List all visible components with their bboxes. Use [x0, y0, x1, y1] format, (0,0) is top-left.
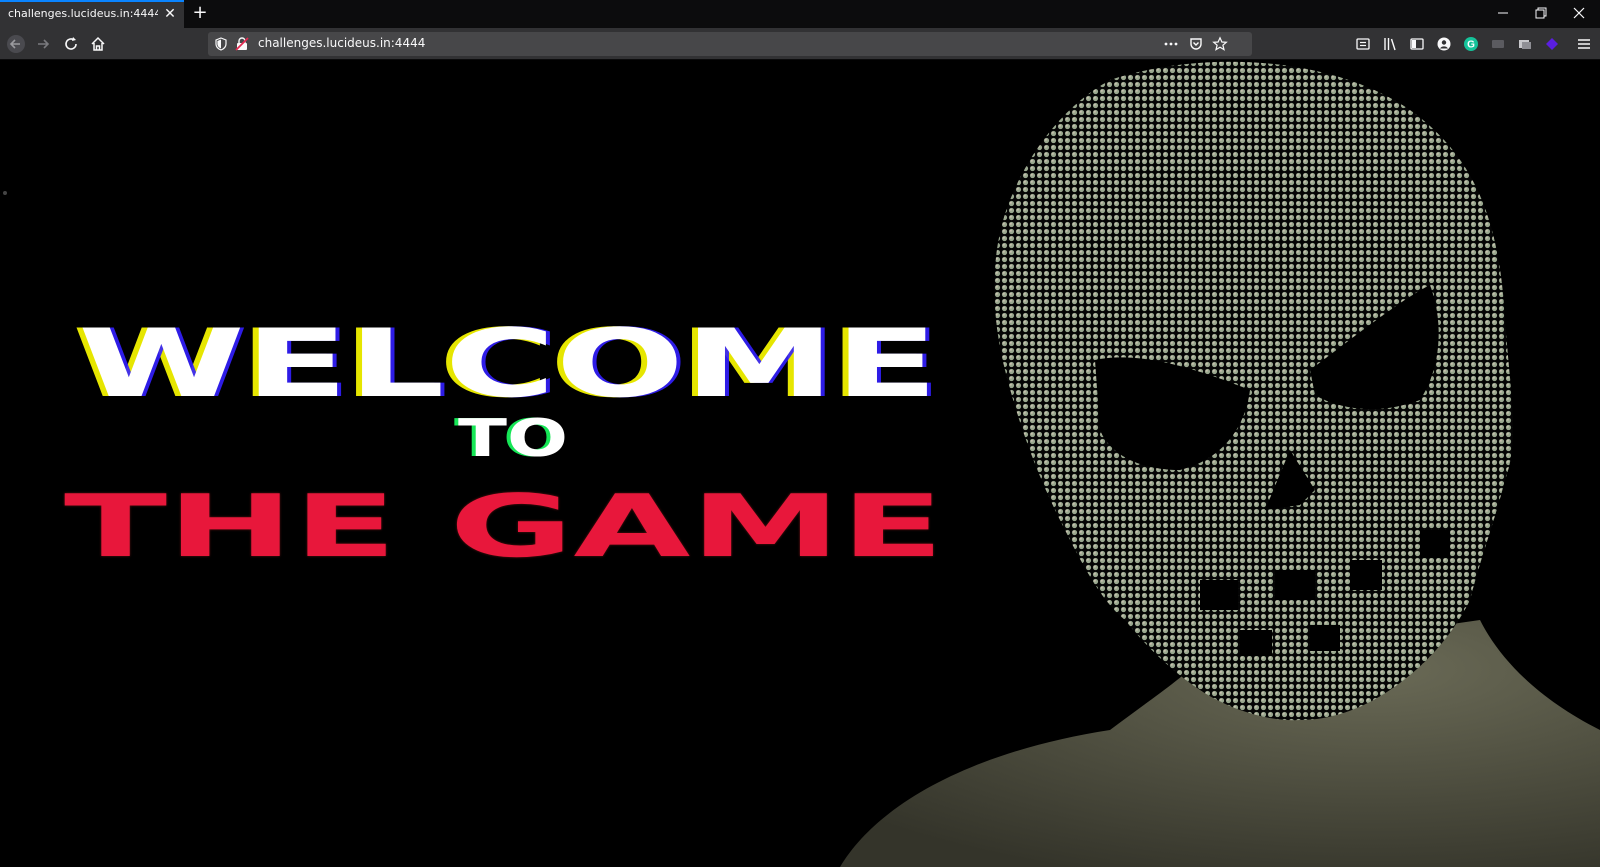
home-icon[interactable]	[88, 34, 108, 54]
tab-active[interactable]: challenges.lucideus.in:4444/ ✕	[0, 0, 184, 28]
restore-icon[interactable]	[1530, 3, 1552, 23]
url-bar[interactable]: challenges.lucideus.in:4444	[208, 32, 1252, 56]
reader-view-icon[interactable]	[1355, 36, 1371, 52]
minimize-icon[interactable]	[1492, 3, 1514, 23]
heading-to: TO	[458, 409, 568, 469]
heading-welcome: WELCOME	[78, 310, 938, 419]
grammarly-icon[interactable]: G	[1463, 36, 1479, 52]
close-window-icon[interactable]	[1568, 3, 1590, 23]
navigation-toolbar: challenges.lucideus.in:4444 G	[0, 28, 1600, 60]
insecure-lock-icon[interactable]	[234, 36, 250, 52]
shield-icon[interactable]	[213, 36, 229, 52]
more-dots-icon[interactable]	[1163, 37, 1179, 51]
reload-icon[interactable]	[61, 34, 81, 54]
tab-title: challenges.lucideus.in:4444/	[8, 7, 158, 20]
svg-text:G: G	[1467, 40, 1475, 51]
vpn-icon[interactable]	[1544, 36, 1560, 52]
extension-icon[interactable]	[1490, 36, 1506, 52]
page-content: WELCOME WELCOME WELCOME TO TO THE GAME T…	[0, 60, 1600, 867]
forward-icon[interactable]	[33, 34, 53, 54]
bookmark-star-icon[interactable]	[1212, 36, 1228, 52]
heading-the-game: THE GAME	[64, 477, 944, 577]
url-text[interactable]: challenges.lucideus.in:4444	[258, 36, 425, 50]
library-icon[interactable]	[1382, 36, 1398, 52]
welcome-graphic: WELCOME WELCOME WELCOME TO TO THE GAME T…	[64, 310, 944, 577]
new-tab-icon[interactable]: +	[190, 2, 210, 24]
back-icon[interactable]	[6, 34, 26, 54]
account-icon[interactable]	[1436, 36, 1452, 52]
sidebar-icon[interactable]	[1409, 36, 1425, 52]
hamburger-icon[interactable]	[1576, 36, 1592, 52]
tab-strip: challenges.lucideus.in:4444/ ✕ +	[0, 0, 1600, 28]
tab-close-icon[interactable]: ✕	[162, 5, 178, 23]
pocket-icon[interactable]	[1188, 36, 1204, 52]
screenshot-icon[interactable]	[1517, 36, 1533, 52]
